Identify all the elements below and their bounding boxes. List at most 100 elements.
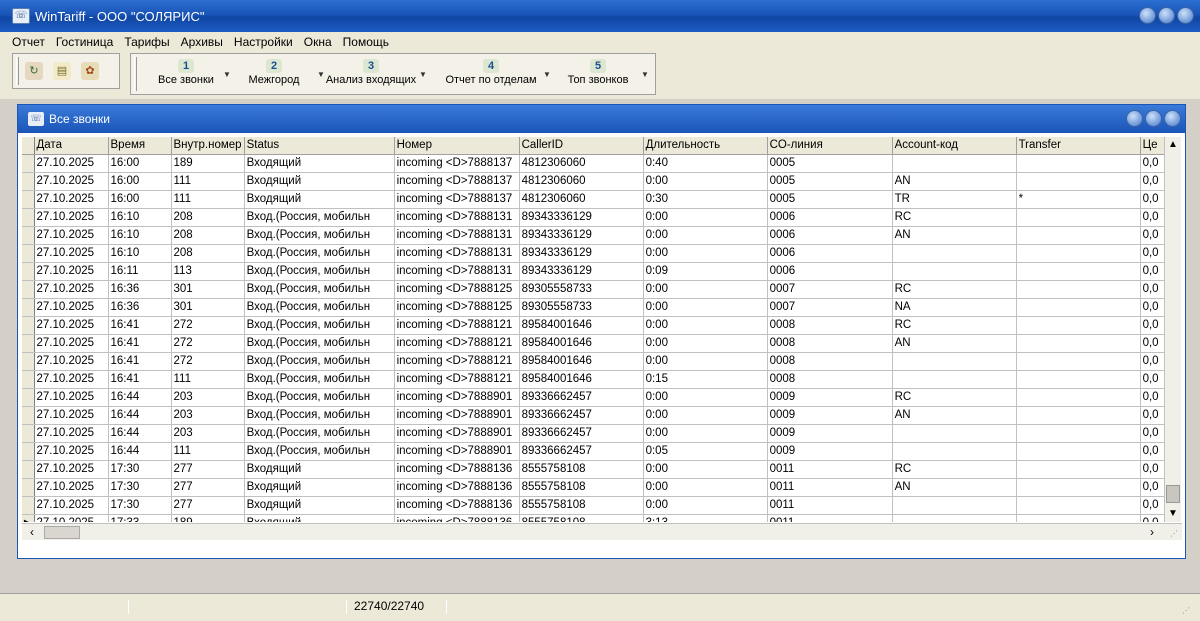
cell-time[interactable]: 16:44	[108, 442, 172, 461]
row-indicator[interactable]	[22, 478, 35, 497]
cell-transfer[interactable]	[1016, 226, 1141, 245]
cell-callerid[interactable]: 4812306060	[519, 190, 644, 209]
cell-co-line[interactable]: 0005	[767, 190, 893, 209]
cell-transfer[interactable]	[1016, 154, 1141, 173]
cell-number[interactable]: incoming <D>7888137	[394, 190, 520, 209]
cell-date[interactable]: 27.10.2025	[34, 424, 109, 443]
long-distance-button[interactable]: 2 Межгород ▼	[231, 54, 325, 94]
cell-co-line[interactable]: 0006	[767, 262, 893, 281]
cell-duration[interactable]: 0:00	[643, 424, 768, 443]
cell-transfer[interactable]: *	[1016, 190, 1141, 209]
row-indicator[interactable]	[22, 298, 35, 317]
cell-status[interactable]: Вход.(Россия, мобильн	[244, 316, 395, 335]
cell-time[interactable]: 16:10	[108, 226, 172, 245]
cell-number[interactable]: incoming <D>7888121	[394, 316, 520, 335]
cell-co-line[interactable]: 0006	[767, 244, 893, 263]
scroll-up-icon[interactable]: ▲	[1165, 137, 1181, 153]
row-indicator[interactable]	[22, 496, 35, 515]
incoming-analysis-button[interactable]: 3 Анализ входящих ▼	[319, 54, 427, 94]
cell-callerid[interactable]: 89584001646	[519, 370, 644, 389]
row-indicator[interactable]	[22, 352, 35, 371]
table-row[interactable]: 27.10.2025 17:30 277 Входящий incoming <D>78…	[22, 460, 1171, 479]
cell-status[interactable]: Вход.(Россия, мобильн	[244, 280, 395, 299]
table-row[interactable]: 27.10.2025 16:44 203 Вход.(Россия, мобильн i…	[22, 388, 1171, 407]
cell-callerid[interactable]: 89336662457	[519, 388, 644, 407]
cell-transfer[interactable]	[1016, 316, 1141, 335]
cell-account-code[interactable]: AN	[892, 406, 1017, 425]
cell-ext[interactable]: 203	[171, 388, 245, 407]
cell-number[interactable]: incoming <D>7888901	[394, 406, 520, 425]
cell-transfer[interactable]	[1016, 442, 1141, 461]
cell-time[interactable]: 16:44	[108, 406, 172, 425]
cell-date[interactable]: 27.10.2025	[34, 496, 109, 515]
column-header[interactable]: Status	[244, 137, 395, 155]
minimize-button[interactable]	[1139, 7, 1156, 24]
cell-account-code[interactable]: AN	[892, 478, 1017, 497]
cell-date[interactable]: 27.10.2025	[34, 280, 109, 299]
cell-transfer[interactable]	[1016, 496, 1141, 515]
cell-co-line[interactable]: 0011	[767, 478, 893, 497]
cell-duration[interactable]: 0:00	[643, 478, 768, 497]
cell-status[interactable]: Вход.(Россия, мобильн	[244, 208, 395, 227]
vertical-scrollbar[interactable]: ▲ ▼	[1164, 137, 1181, 522]
child-close-button[interactable]	[1164, 110, 1181, 127]
cell-co-line[interactable]: 0005	[767, 154, 893, 173]
cell-number[interactable]: incoming <D>7888901	[394, 388, 520, 407]
cell-ext[interactable]: 208	[171, 226, 245, 245]
document-icon[interactable]: ▤	[53, 62, 71, 80]
cell-number[interactable]: incoming <D>7888131	[394, 262, 520, 281]
menu-help[interactable]: Помощь	[343, 35, 389, 49]
row-indicator[interactable]	[22, 208, 35, 227]
cell-co-line[interactable]: 0006	[767, 208, 893, 227]
resize-grip-icon[interactable]: ⋰	[1170, 529, 1178, 538]
cell-ext[interactable]: 272	[171, 316, 245, 335]
cell-transfer[interactable]	[1016, 262, 1141, 281]
toolbar-grip[interactable]	[16, 57, 19, 85]
cell-date[interactable]: 27.10.2025	[34, 154, 109, 173]
cell-duration[interactable]: 0:00	[643, 280, 768, 299]
table-row[interactable]: 27.10.2025 16:41 272 Вход.(Россия, мобильн i…	[22, 352, 1171, 371]
cell-transfer[interactable]	[1016, 208, 1141, 227]
scroll-thumb[interactable]	[44, 526, 80, 539]
cell-time[interactable]: 16:44	[108, 424, 172, 443]
cell-ext[interactable]: 277	[171, 496, 245, 515]
cell-date[interactable]: 27.10.2025	[34, 226, 109, 245]
cell-ext[interactable]: 301	[171, 298, 245, 317]
cell-duration[interactable]: 0:00	[643, 208, 768, 227]
cell-ext[interactable]: 208	[171, 244, 245, 263]
cell-date[interactable]: 27.10.2025	[34, 298, 109, 317]
row-indicator[interactable]	[22, 442, 35, 461]
cell-time[interactable]: 17:30	[108, 478, 172, 497]
cell-ext[interactable]: 277	[171, 460, 245, 479]
cell-account-code[interactable]: AN	[892, 226, 1017, 245]
cell-time[interactable]: 17:33	[108, 514, 172, 522]
column-header[interactable]: Длительность	[643, 137, 768, 155]
cell-account-code[interactable]	[892, 496, 1017, 515]
chevron-down-icon[interactable]: ▼	[641, 70, 649, 79]
cell-date[interactable]: 27.10.2025	[34, 316, 109, 335]
cell-transfer[interactable]	[1016, 388, 1141, 407]
resize-grip-icon[interactable]: ⋰	[1182, 606, 1190, 615]
menu-hotel[interactable]: Гостиница	[56, 35, 113, 49]
cell-time[interactable]: 16:41	[108, 334, 172, 353]
chevron-down-icon[interactable]: ▼	[223, 70, 231, 79]
cell-date[interactable]: 27.10.2025	[34, 460, 109, 479]
cell-callerid[interactable]: 4812306060	[519, 172, 644, 191]
cell-ext[interactable]: 111	[171, 442, 245, 461]
department-report-button[interactable]: 4 Отчет по отделам ▼	[435, 54, 551, 94]
cell-time[interactable]: 16:00	[108, 172, 172, 191]
cell-ext[interactable]: 203	[171, 424, 245, 443]
cell-ext[interactable]: 208	[171, 208, 245, 227]
table-row[interactable]: 27.10.2025 16:10 208 Вход.(Россия, мобильн i…	[22, 226, 1171, 245]
cell-transfer[interactable]	[1016, 424, 1141, 443]
cell-co-line[interactable]: 0007	[767, 298, 893, 317]
cell-callerid[interactable]: 8555758108	[519, 460, 644, 479]
cell-time[interactable]: 16:44	[108, 388, 172, 407]
table-row[interactable]: 27.10.2025 16:10 208 Вход.(Россия, мобильн i…	[22, 208, 1171, 227]
cell-co-line[interactable]: 0011	[767, 514, 893, 522]
cell-number[interactable]: incoming <D>7888136	[394, 514, 520, 522]
cell-co-line[interactable]: 0006	[767, 226, 893, 245]
horizontal-scrollbar[interactable]: ‹ › ⋰	[22, 523, 1182, 540]
cell-callerid[interactable]: 89584001646	[519, 316, 644, 335]
table-row[interactable]: 27.10.2025 16:41 272 Вход.(Россия, мобильн i…	[22, 334, 1171, 353]
